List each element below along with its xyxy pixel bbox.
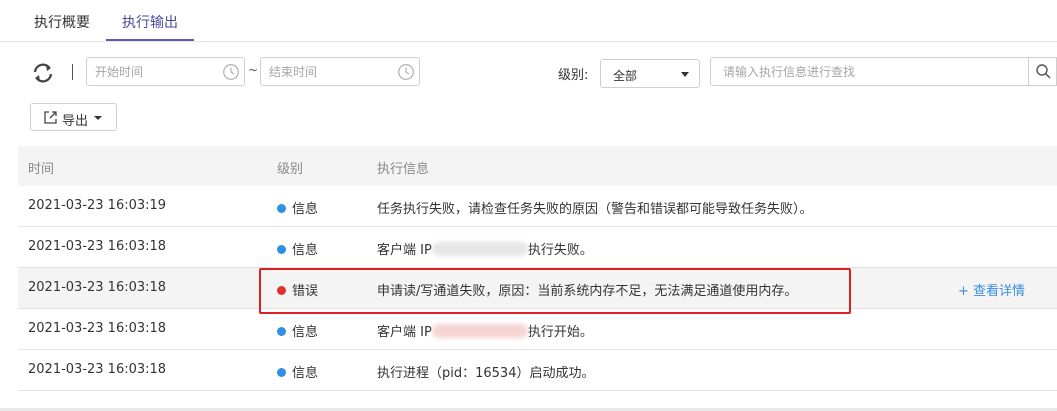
row-level-label: 错误	[292, 284, 319, 299]
row-level: 信息	[277, 362, 318, 381]
row-message-suffix: 执行开始。	[527, 325, 593, 340]
error-dot-icon	[277, 286, 286, 295]
level-filter-label: 级别:	[558, 68, 589, 83]
info-dot-icon	[277, 204, 286, 213]
row-message-prefix: 客户端 IP	[377, 325, 432, 340]
end-time-field[interactable]	[260, 57, 420, 86]
row-message: 客户端 IP 执行开始。	[377, 321, 593, 340]
row-message: 执行进程（pid：16534）启动成功。	[377, 366, 595, 381]
level-select[interactable]: 全部	[600, 59, 700, 88]
row-level-label: 信息	[292, 366, 319, 381]
row-level-label: 信息	[292, 325, 319, 340]
export-button-label: 导出	[62, 114, 89, 129]
export-icon	[43, 110, 58, 125]
search-field[interactable]	[710, 57, 1057, 86]
info-dot-icon	[277, 245, 286, 254]
row-time: 2021-03-23 16:03:18	[28, 321, 167, 336]
refresh-icon[interactable]	[30, 60, 56, 86]
tab-execution-output[interactable]: 执行输出	[106, 12, 194, 41]
level-select-value: 全部	[613, 69, 638, 83]
row-time: 2021-03-23 16:03:18	[28, 239, 167, 254]
start-time-field[interactable]	[86, 57, 245, 86]
clock-icon	[222, 63, 240, 81]
search-icon[interactable]	[1028, 57, 1057, 86]
row-message-suffix: 执行失败。	[527, 243, 593, 258]
info-dot-icon	[277, 368, 286, 377]
clock-icon	[397, 63, 415, 81]
caret-down-icon	[94, 116, 102, 120]
row-level-label: 信息	[292, 202, 319, 217]
log-table: 时间 级别 执行信息 2021-03-23 16:03:19 信息 任务执行失败…	[18, 146, 1057, 391]
row-time: 2021-03-23 16:03:18	[28, 280, 167, 295]
row-message: 客户端 IP 执行失败。	[377, 239, 593, 258]
caret-down-icon	[681, 72, 689, 77]
column-header-level: 级别	[277, 162, 304, 177]
table-header: 时间 级别 执行信息	[18, 146, 1057, 186]
view-details-link[interactable]: + 查看详情	[958, 280, 1025, 299]
toolbar-divider	[72, 64, 73, 80]
tab-bar: 执行概要 执行输出	[0, 0, 1057, 42]
column-header-time: 时间	[28, 162, 55, 177]
start-time-input[interactable]	[95, 63, 215, 81]
row-message-prefix: 客户端 IP	[377, 243, 432, 258]
search-input[interactable]	[723, 63, 1023, 81]
table-row: 2021-03-23 16:03:18 信息 执行进程（pid：16534）启动…	[18, 350, 1057, 391]
export-button[interactable]: 导出	[30, 103, 117, 131]
table-row: 2021-03-23 16:03:18 信息 客户端 IP 执行失败。	[18, 227, 1057, 268]
row-message: 任务执行失败，请检查任务失败的原因（警告和错误都可能导致任务失败）。	[377, 202, 813, 217]
row-time: 2021-03-23 16:03:18	[28, 362, 167, 377]
column-header-message: 执行信息	[377, 162, 430, 177]
info-dot-icon	[277, 327, 286, 336]
redacted-ip	[431, 324, 528, 338]
table-row: 2021-03-23 16:03:18 信息 客户端 IP 执行开始。	[18, 309, 1057, 350]
date-range-separator: ~	[248, 63, 259, 77]
tab-execution-summary[interactable]: 执行概要	[34, 12, 90, 41]
row-level: 信息	[277, 321, 318, 340]
redacted-ip	[431, 242, 528, 256]
row-message: 申请读/写通道失败，原因：当前系统内存不足，无法满足通道使用内存。	[377, 284, 798, 299]
row-level: 错误	[277, 280, 318, 299]
row-level-label: 信息	[292, 243, 319, 258]
row-time: 2021-03-23 16:03:19	[28, 198, 167, 213]
table-row: 2021-03-23 16:03:19 信息 任务执行失败，请检查任务失败的原因…	[18, 186, 1057, 227]
table-row: 2021-03-23 16:03:18 错误 申请读/写通道失败，原因：当前系统…	[18, 268, 1057, 309]
row-level: 信息	[277, 198, 318, 217]
end-time-input[interactable]	[269, 63, 389, 81]
row-level: 信息	[277, 239, 318, 258]
